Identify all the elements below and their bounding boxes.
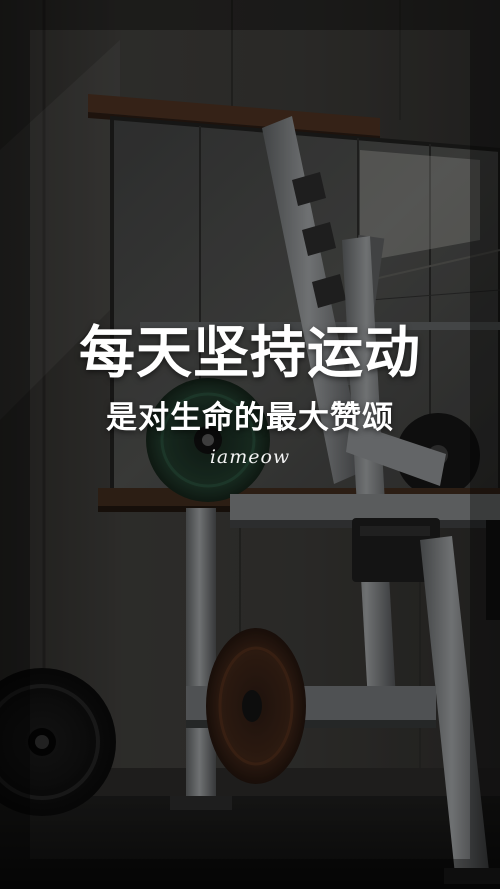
poster-subtitle: 是对生命的最大赞颂 [106, 400, 394, 436]
poster-title: 每天坚持运动 [79, 321, 421, 386]
signature-logo: iameow [209, 446, 291, 468]
poster-canvas: 每天坚持运动 是对生命的最大赞颂 iameow [0, 0, 500, 889]
